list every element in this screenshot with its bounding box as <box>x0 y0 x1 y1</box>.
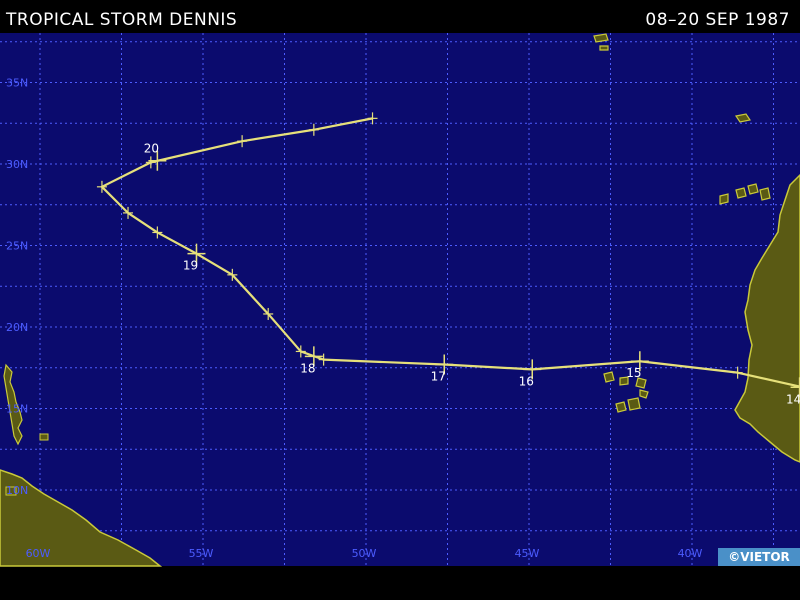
lat-tick-label: 25N <box>6 240 28 253</box>
lat-tick-label: 15N <box>6 403 28 416</box>
lon-tick-label: 50W <box>352 547 377 560</box>
lat-tick-label: 20N <box>6 321 28 334</box>
lon-tick-label: 60W <box>26 547 51 560</box>
date-range: 08–20 SEP 1987 <box>645 10 790 30</box>
lon-tick-label: 40W <box>678 547 703 560</box>
lat-tick-label: 30N <box>6 158 28 171</box>
day-label: 16 <box>519 374 534 388</box>
ocean-background <box>0 33 800 566</box>
day-label: 18 <box>300 361 315 375</box>
day-label: 15 <box>626 366 641 380</box>
lat-tick-label: 35N <box>6 77 28 90</box>
storm-track-map: 60W55W50W45W40W35W30W25W20W35N30N25N20N1… <box>0 0 800 600</box>
day-label: 14 <box>786 392 800 406</box>
day-label: 19 <box>183 259 198 273</box>
lat-tick-label: 10N <box>6 484 28 497</box>
lon-tick-label: 55W <box>189 547 214 560</box>
vietor-credit: ©VIETOR <box>718 548 800 566</box>
day-label: 17 <box>431 369 446 383</box>
antilles-islet <box>39 433 49 441</box>
storm-title: TROPICAL STORM DENNIS <box>6 10 238 30</box>
day-label: 20 <box>144 142 159 156</box>
lon-tick-label: 45W <box>515 547 540 560</box>
